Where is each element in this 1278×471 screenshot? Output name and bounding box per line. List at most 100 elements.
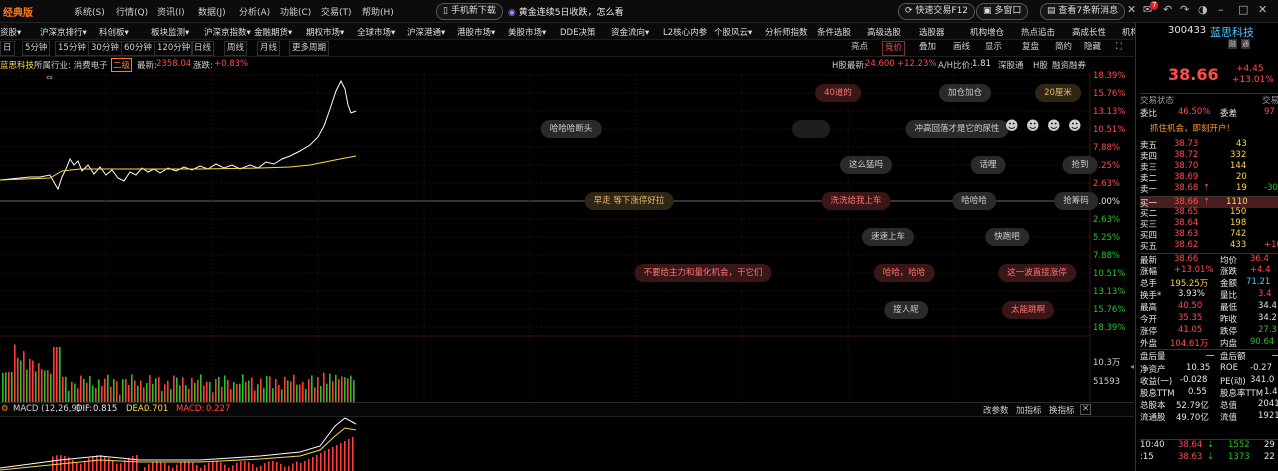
nav-item[interactable]: 分析师指数: [765, 26, 808, 38]
menu-function[interactable]: 功能(C): [280, 5, 311, 18]
macd-chart[interactable]: [0, 416, 1134, 471]
ask-row[interactable]: 卖五 38.73 43: [1140, 139, 1278, 151]
edit-params-button[interactable]: 改参数: [983, 404, 1009, 416]
bid-row[interactable]: 买五38.62433+10: [1140, 240, 1278, 252]
bid-row[interactable]: 买四 38.63 742: [1140, 229, 1278, 241]
period-tab[interactable]: 60分钟: [121, 41, 155, 56]
nav-item[interactable]: L2核心内参: [663, 26, 707, 38]
new-messages-button[interactable]: ▤ 查看7条新消息: [1040, 3, 1126, 20]
period-tab[interactable]: 30分钟: [88, 41, 122, 56]
period-tab[interactable]: 日线: [191, 41, 215, 56]
close-banner-icon[interactable]: ✕: [1127, 3, 1136, 16]
macd-settings-icon[interactable]: ⚙: [1, 404, 9, 414]
open-account-banner[interactable]: 抓住机会，即刻开户!: [1140, 122, 1278, 134]
nav-item[interactable]: 资股▾: [0, 26, 21, 38]
nav-item[interactable]: 资金流向▾: [611, 26, 649, 38]
barrage-comment[interactable]: 哈哈，哈哈: [873, 264, 935, 282]
panel-collapse-icon[interactable]: ◂: [1130, 362, 1134, 371]
period-tab[interactable]: 15分钟: [55, 41, 89, 56]
tool-simple[interactable]: 简约: [1055, 41, 1072, 54]
nav-item[interactable]: 美股市场▾: [508, 26, 546, 38]
barrage-comment[interactable]: 这么猛吗: [839, 156, 893, 174]
tool-overlay[interactable]: 叠加: [919, 41, 936, 54]
tool-auction[interactable]: 竞价: [882, 41, 906, 56]
barrage-comment[interactable]: 哈哈哈断头: [540, 120, 602, 138]
period-tab[interactable]: 120分钟: [154, 41, 194, 56]
nav-item[interactable]: 金融期货▾: [254, 26, 292, 38]
more-periods-button[interactable]: 更多周期: [289, 41, 330, 56]
barrage-comment[interactable]: 加仓加仓: [938, 84, 992, 102]
nav-item[interactable]: 条件选股: [817, 26, 851, 38]
menu-system[interactable]: 系统(S): [74, 5, 105, 18]
menu-info[interactable]: 资讯(I): [157, 5, 185, 18]
bid-row[interactable]: 买三 38.64 198: [1140, 218, 1278, 230]
barrage-comment[interactable]: 早走 等下涨停好拉: [584, 192, 674, 210]
period-tab[interactable]: 月线: [257, 41, 281, 56]
nav-item[interactable]: 沪深港通▾: [407, 26, 445, 38]
barrage-comment[interactable]: 不要给主力和量化机会，干它们: [634, 264, 772, 282]
nav-item[interactable]: 科创板▾: [99, 26, 129, 38]
barrage-comment[interactable]: 速速上车: [861, 228, 915, 246]
period-tab[interactable]: 日: [0, 41, 15, 56]
nav-item[interactable]: 个股风云▾: [714, 26, 752, 38]
close-indicator-icon[interactable]: ✕: [1080, 404, 1092, 415]
expand-icon[interactable]: ⛶: [1116, 41, 1122, 54]
back-icon[interactable]: ↶: [1163, 3, 1172, 16]
add-indicator-button[interactable]: 加指标: [1016, 404, 1042, 416]
news-ticker[interactable]: ◉ 黄金连续5日收跌，怎么看: [508, 5, 623, 18]
tool-draw[interactable]: 画线: [953, 41, 970, 54]
barrage-comment[interactable]: 抢筹码: [1054, 192, 1098, 210]
menu-help[interactable]: 帮助(H): [362, 5, 394, 18]
skin-icon[interactable]: ◑: [1198, 3, 1208, 16]
nav-item[interactable]: 热点追击: [1021, 26, 1055, 38]
link-h-share[interactable]: H股: [1033, 59, 1048, 71]
nav-item[interactable]: 高成长性: [1072, 26, 1106, 38]
barrage-comment[interactable]: 太能跳啊: [1001, 301, 1055, 319]
barrage-comment[interactable]: [792, 120, 830, 138]
app-logo[interactable]: 经典版: [3, 4, 33, 19]
barrage-comment[interactable]: 冲高回落才是它的尿性: [905, 120, 1009, 138]
menu-analysis[interactable]: 分析(A): [239, 5, 270, 18]
nav-item[interactable]: 沪深京排行▾: [40, 26, 87, 38]
switch-indicator-button[interactable]: 换指标: [1049, 404, 1075, 416]
nav-item[interactable]: 港股市场▾: [457, 26, 495, 38]
nav-item[interactable]: DDE决策: [560, 26, 595, 38]
barrage-comment[interactable]: 洗洗给我上车: [821, 192, 891, 210]
barrage-comment[interactable]: 哈哈哈: [952, 192, 996, 210]
mobile-download-button[interactable]: ▯ 手机新下载: [436, 3, 503, 20]
nav-item[interactable]: 全球市场▾: [357, 26, 395, 38]
barrage-comment[interactable]: 40道的: [815, 84, 861, 102]
ask-row[interactable]: 卖四 38.72 332: [1140, 150, 1278, 162]
period-tab[interactable]: 5分钟: [22, 41, 51, 56]
ask-row[interactable]: 卖二 38.69 20: [1140, 172, 1278, 184]
nav-item[interactable]: 选股器: [919, 26, 945, 38]
ask-row[interactable]: 卖一 38.68 ⇡ 19 -30: [1140, 183, 1278, 195]
nav-item[interactable]: 高级选股: [867, 26, 901, 38]
barrage-comment[interactable]: 20厘米: [1035, 84, 1081, 102]
nav-item[interactable]: 机构增仓: [970, 26, 1004, 38]
menu-quote[interactable]: 行情(Q): [116, 5, 148, 18]
nav-item[interactable]: 板块监测▾: [151, 26, 189, 38]
ask-row[interactable]: 卖三 38.70 144: [1140, 161, 1278, 173]
industry-label[interactable]: 所属行业: 消费电子: [34, 59, 108, 71]
multi-window-button[interactable]: ▣ 多窗口: [976, 3, 1029, 20]
barrage-comment[interactable]: 话哩: [970, 156, 1006, 174]
nav-item[interactable]: 沪深京指数▾: [204, 26, 251, 38]
link-margin[interactable]: 融资融券: [1052, 59, 1086, 71]
period-tab[interactable]: 周线: [224, 41, 248, 56]
nav-item[interactable]: 期权市场▾: [306, 26, 344, 38]
minimize-icon[interactable]: –: [1218, 3, 1224, 16]
tool-replay[interactable]: 复盘: [1022, 41, 1039, 54]
bid-row[interactable]: 买二 38.65 150: [1140, 207, 1278, 219]
maximize-icon[interactable]: □: [1238, 3, 1248, 16]
link-stock-connect[interactable]: 深股通: [998, 59, 1024, 71]
tool-display[interactable]: 显示: [985, 41, 1002, 54]
barrage-comment[interactable]: 抢到: [1062, 156, 1098, 174]
barrage-comment[interactable]: 这一波直接涨停: [998, 264, 1076, 282]
tool-hide[interactable]: 隐藏: [1084, 41, 1101, 54]
quick-trade-button[interactable]: ⟳ 快速交易F12: [898, 3, 976, 20]
tool-highlight[interactable]: 亮点: [851, 41, 868, 54]
menu-trade[interactable]: 交易(T): [321, 5, 352, 18]
menu-data[interactable]: 数据(J): [198, 5, 226, 18]
close-window-icon[interactable]: ✕: [1258, 3, 1267, 16]
